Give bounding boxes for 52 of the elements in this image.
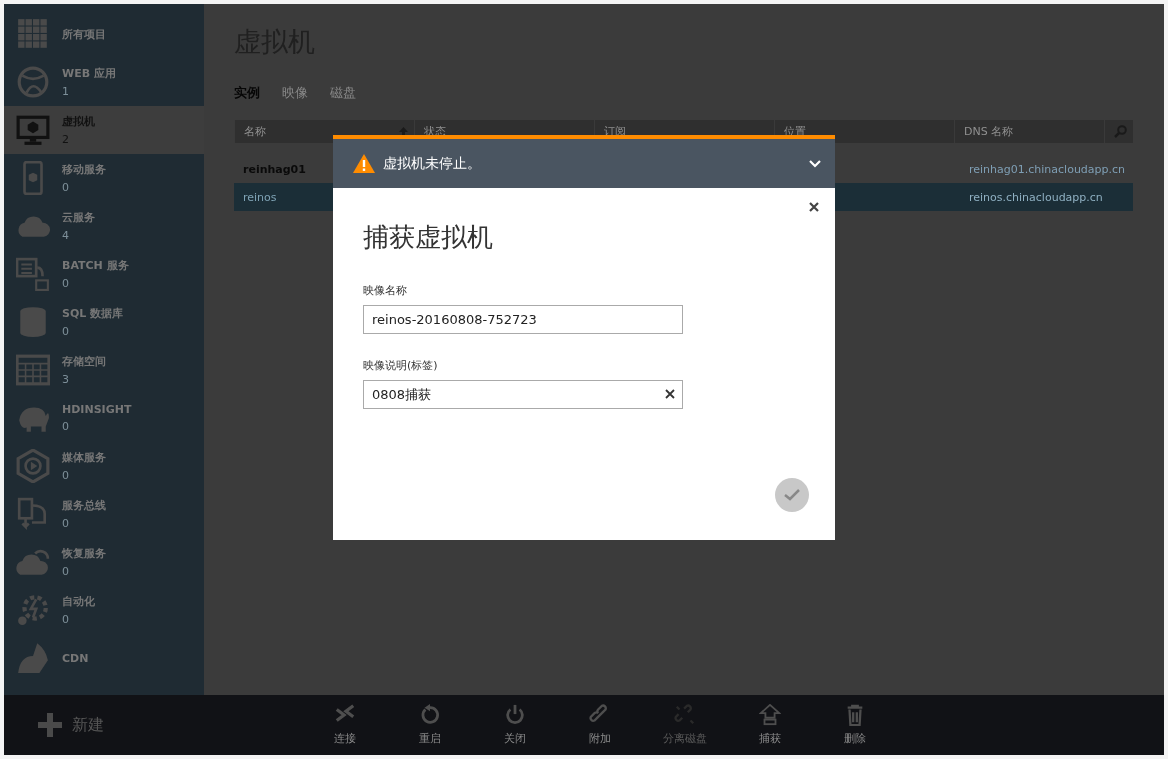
table-icon <box>16 353 50 387</box>
toolbar-button[interactable]: 附加 <box>557 703 642 747</box>
input-field[interactable]: reinos-20160808-752723 <box>363 305 683 334</box>
table-cell: reinos <box>243 190 277 204</box>
dialog-title: 捕获虚拟机 <box>363 221 494 254</box>
sidebar-item[interactable]: HDINSIGHT 0 <box>4 394 204 442</box>
toolbar-button[interactable]: 关闭 <box>472 703 557 747</box>
monitor-icon <box>16 113 50 147</box>
sidebar-item[interactable]: 云服务 4 <box>4 202 204 250</box>
alert-message: 虚拟机未停止。 <box>383 154 482 173</box>
tab[interactable]: 映像 <box>282 84 308 102</box>
field-label: 映像说明(标签) <box>363 358 439 373</box>
column-header[interactable]: DNS 名称 <box>964 124 1014 139</box>
tab[interactable]: 磁盘 <box>330 84 356 102</box>
sidebar-item[interactable]: 存储空间 3 <box>4 346 204 394</box>
grid-icon <box>16 17 50 51</box>
toolbar-button[interactable]: 连接 <box>302 703 387 747</box>
close-icon <box>809 202 819 212</box>
close-button[interactable] <box>807 200 821 214</box>
sidebar-item[interactable]: SQL 数据库 0 <box>4 298 204 346</box>
sort-arrow-icon <box>399 127 408 136</box>
sidebar-item[interactable]: 移动服务 0 <box>4 154 204 202</box>
globe-icon <box>16 65 50 99</box>
close-icon <box>665 389 675 399</box>
input-field[interactable]: 0808捕获 <box>363 380 683 409</box>
sidebar-item[interactable]: CDN <box>4 634 204 682</box>
dns-link[interactable]: reinos.chinacloudapp.cn <box>969 190 1103 204</box>
dns-link[interactable]: reinhag01.chinacloudapp.cn <box>969 162 1126 176</box>
check-icon <box>784 489 800 501</box>
toolbar-button[interactable]: 删除 <box>812 703 897 747</box>
sidebar-item[interactable]: 恢复服务 0 <box>4 538 204 586</box>
document-icon <box>16 257 50 291</box>
chevron-down-icon[interactable] <box>809 159 821 168</box>
toolbar-button[interactable]: 捕获 <box>727 703 812 747</box>
play-icon <box>16 449 50 483</box>
sidebar-item[interactable]: 自动化 0 <box>4 586 204 634</box>
sidebar-item[interactable]: WEB 应用 1 <box>4 58 204 106</box>
clear-button[interactable] <box>665 389 675 399</box>
power-icon <box>503 704 526 726</box>
broken-link-icon <box>673 704 696 726</box>
field-label: 映像名称 <box>363 283 408 298</box>
warning-icon <box>353 154 375 173</box>
upload-icon <box>758 704 781 726</box>
sidebar-item[interactable]: 媒体服务 0 <box>4 442 204 490</box>
new-button[interactable]: 新建 <box>32 712 302 738</box>
sidebar-item[interactable]: 服务总线 0 <box>4 490 204 538</box>
confirm-button[interactable] <box>775 478 809 512</box>
plus-icon <box>38 713 62 737</box>
sidebar-item[interactable]: 所有项目 <box>4 10 204 58</box>
toolbar-button[interactable]: 重启 <box>387 703 472 747</box>
sidebar-item[interactable]: BATCH 服务 0 <box>4 250 204 298</box>
column-header[interactable]: 名称 <box>244 124 266 139</box>
